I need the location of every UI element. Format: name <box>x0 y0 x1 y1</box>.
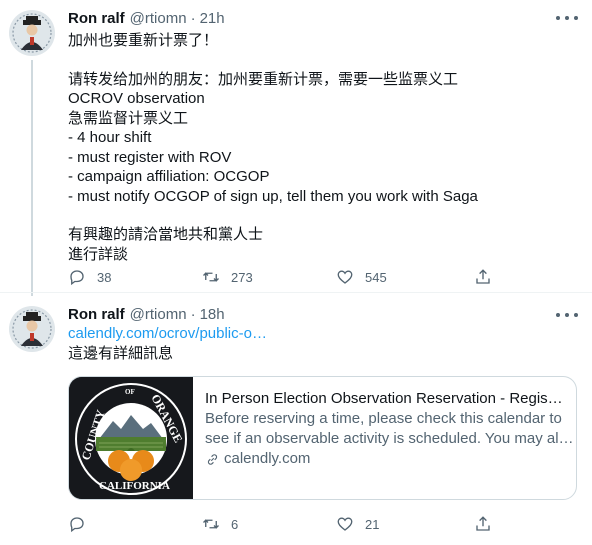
share-button[interactable] <box>474 266 492 288</box>
tweet-text-blank-line <box>68 51 568 70</box>
share-icon <box>476 269 490 284</box>
user-handle[interactable]: @rtiomn <box>130 10 187 27</box>
avatar[interactable] <box>9 306 55 352</box>
tweet-text: calendly.com/ocrov/public-o… 這邊有詳細訊息 <box>68 324 568 363</box>
more-icon[interactable] <box>556 311 578 319</box>
tweet-text: 加州也要重新计票了！ 请转发给加州的朋友：加州要重新计票，需要一些监票义工 OC… <box>68 31 568 264</box>
like-button[interactable]: 21 <box>336 513 379 535</box>
more-icon[interactable] <box>556 14 578 22</box>
tweet-text-line: - campaign affiliation: OCGOP <box>68 168 270 185</box>
card-description: Before reserving a time, please check th… <box>205 410 562 427</box>
tweet-header: Ron ralf @rtiomn · 18h <box>68 306 225 323</box>
county-seal-image: COUNTY OF ORANGE CALIFORNIA <box>69 377 193 499</box>
like-icon <box>337 270 353 284</box>
avatar-image <box>9 10 55 56</box>
timestamp[interactable]: 18h <box>200 306 225 323</box>
tweet-text-line: OCROV observation <box>68 90 205 107</box>
tweet-text-line: - must register with ROV <box>68 148 232 166</box>
share-button[interactable] <box>474 513 492 535</box>
action-bar: 6 21 <box>68 513 508 535</box>
retweet-count: 273 <box>231 269 253 285</box>
tweet-text-line: 有興趣的請洽當地共和黨人士 <box>68 226 264 243</box>
card-text: In Person Election Observation Reservati… <box>193 377 576 499</box>
retweet-count: 6 <box>231 516 239 532</box>
action-bar: 38 273 545 <box>68 266 508 288</box>
separator: · <box>190 306 196 323</box>
thread-connector-line <box>31 60 33 296</box>
card-domain-text: calendly.com <box>224 450 311 467</box>
tweet-text-line: 急需监督计票义工 <box>68 109 189 127</box>
reply-button[interactable] <box>68 513 97 535</box>
reply-icon <box>70 270 84 286</box>
tweet-text-line: 请转发给加州的朋友：加州要重新计票，需要一些监票义工 <box>68 70 459 88</box>
card-domain: calendly.com <box>205 449 564 469</box>
tweet-text-line: 加州也要重新计票了！ <box>68 32 219 49</box>
tweet[interactable]: Ron ralf @rtiomn · 21h 加州也要重新计票了！ 请转发给加州… <box>0 0 592 296</box>
reply-button[interactable]: 38 <box>68 266 111 288</box>
retweet-button[interactable]: 6 <box>202 513 238 535</box>
like-count: 545 <box>365 269 387 285</box>
link-preview-card[interactable]: COUNTY OF ORANGE CALIFORNIA In Person El… <box>68 376 577 500</box>
share-icon <box>476 516 490 531</box>
tweet-text-line: 進行詳談 <box>68 245 129 263</box>
tweet-text-line: - 4 hour shift <box>68 129 152 146</box>
tweet-text-line: - must notify OCGOP of sign up, tell the… <box>68 187 478 205</box>
like-count: 21 <box>365 516 380 532</box>
avatar[interactable] <box>9 10 55 56</box>
tweet[interactable]: Ron ralf @rtiomn · 18h calendly.com/ocro… <box>0 293 592 545</box>
card-thumbnail: COUNTY OF ORANGE CALIFORNIA <box>69 377 193 499</box>
tweet-header: Ron ralf @rtiomn · 21h <box>68 10 225 27</box>
link-icon <box>207 453 218 465</box>
like-button[interactable]: 545 <box>336 266 387 288</box>
avatar-image <box>9 306 55 352</box>
tweet-link[interactable]: calendly.com/ocrov/public-o… <box>68 324 568 344</box>
reply-count: 38 <box>97 269 112 285</box>
card-description: see if an observable activity is schedul… <box>205 430 574 447</box>
user-handle[interactable]: @rtiomn <box>130 306 187 323</box>
seal-text-california: CALIFORNIA <box>99 480 170 492</box>
seal-text-of: OF <box>125 388 135 396</box>
tweet-text-blank-line <box>68 206 568 225</box>
retweet-button[interactable]: 273 <box>202 266 253 288</box>
display-name[interactable]: Ron ralf <box>68 10 125 27</box>
reply-icon <box>70 517 84 533</box>
timestamp[interactable]: 21h <box>200 10 225 27</box>
tweet-text-line: 這邊有詳細訊息 <box>68 344 174 362</box>
like-icon <box>337 517 353 531</box>
card-title: In Person Election Observation Reservati… <box>205 390 564 407</box>
retweet-icon <box>203 272 219 282</box>
retweet-icon <box>203 519 219 529</box>
display-name[interactable]: Ron ralf <box>68 306 125 323</box>
separator: · <box>190 10 196 27</box>
